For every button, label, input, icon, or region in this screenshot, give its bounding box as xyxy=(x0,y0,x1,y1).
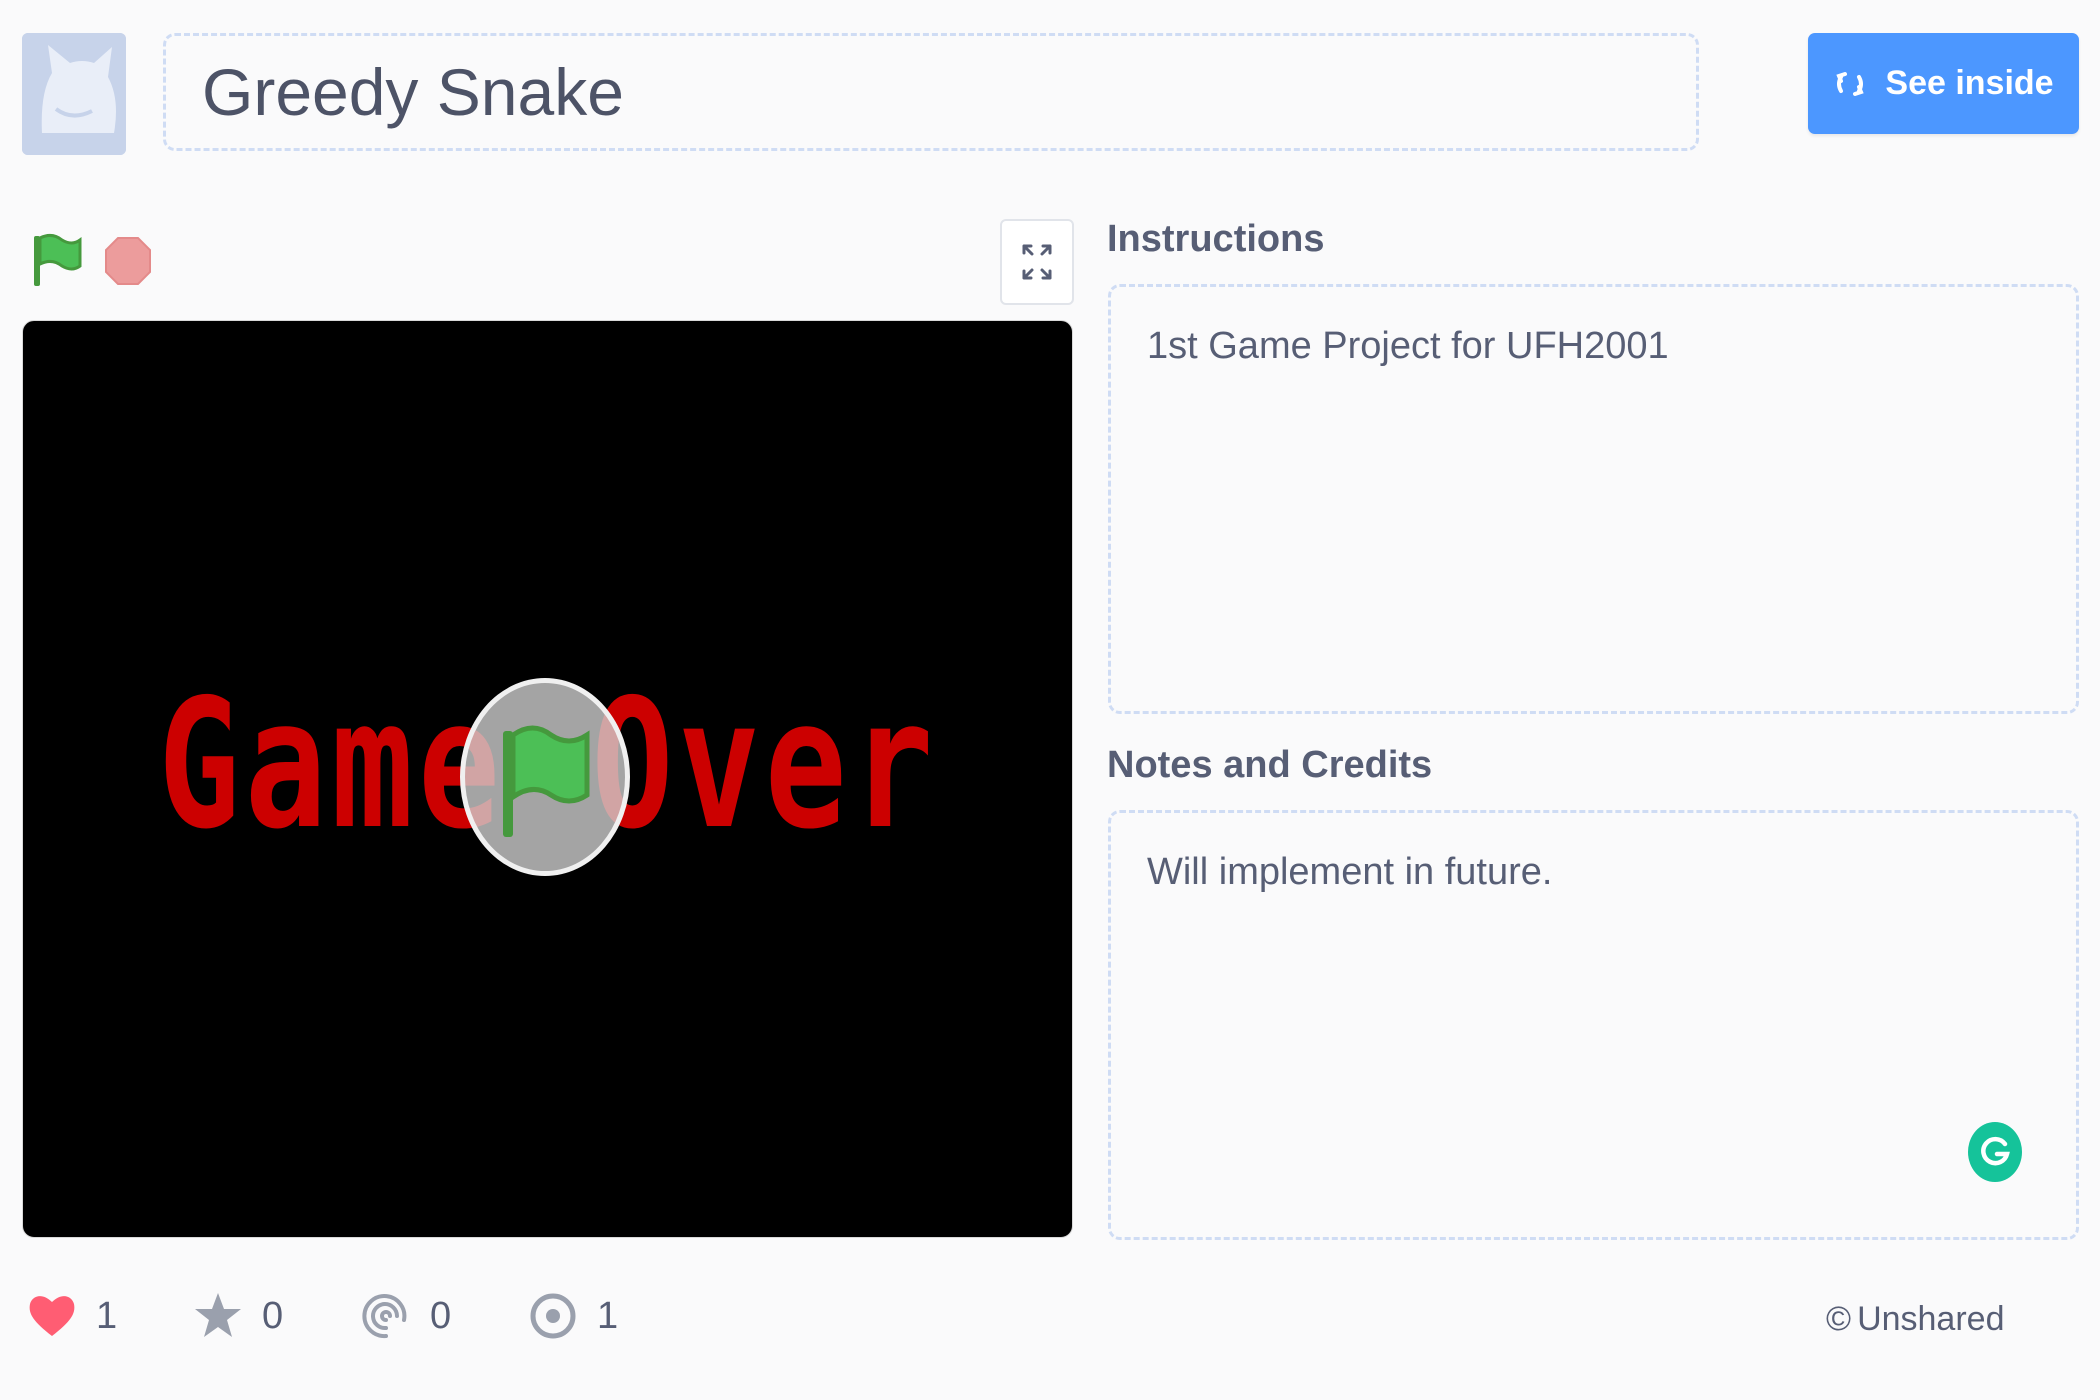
remix-icon xyxy=(362,1294,407,1339)
remixes-count: 0 xyxy=(430,1294,452,1337)
notes-text: Will implement in future. xyxy=(1147,851,1553,893)
heart-icon xyxy=(29,1296,75,1336)
instructions-textarea[interactable]: 1st Game Project for UFH2001 xyxy=(1108,284,2079,714)
remixes-stat: 0 xyxy=(360,1290,451,1342)
views-count: 1 xyxy=(597,1294,619,1337)
see-inside-icon xyxy=(1836,71,1865,96)
fullscreen-icon xyxy=(1022,244,1052,280)
green-flag-icon xyxy=(503,725,590,837)
start-project-overlay[interactable] xyxy=(460,678,630,876)
grammarly-button[interactable] xyxy=(1968,1122,2022,1182)
share-status-label: Unshared xyxy=(1857,1300,2005,1338)
stop-icon xyxy=(105,237,151,285)
star-icon xyxy=(195,1293,241,1337)
loves-stat[interactable]: 1 xyxy=(26,1290,117,1342)
views-stat: 1 xyxy=(527,1290,618,1342)
favorites-stat[interactable]: 0 xyxy=(192,1290,283,1342)
cat-avatar-icon xyxy=(22,33,126,155)
green-flag-icon xyxy=(34,233,82,286)
green-flag-button[interactable] xyxy=(30,232,84,288)
instructions-heading: Instructions xyxy=(1107,218,1325,260)
project-title: Greedy Snake xyxy=(202,55,624,129)
copyright-icon: © xyxy=(1826,1300,1852,1338)
favorites-count: 0 xyxy=(262,1294,284,1337)
notes-textarea[interactable]: Will implement in future. xyxy=(1108,810,2079,1240)
project-stage[interactable]: Game Over xyxy=(22,320,1073,1238)
grammarly-icon xyxy=(1981,1136,2010,1166)
project-title-input[interactable]: Greedy Snake xyxy=(163,33,1699,151)
instructions-text: 1st Game Project for UFH2001 xyxy=(1147,325,1669,367)
notes-heading: Notes and Credits xyxy=(1107,744,1433,786)
loves-count: 1 xyxy=(96,1294,118,1337)
user-avatar[interactable] xyxy=(22,33,126,155)
share-status: © Unshared xyxy=(1826,1300,2004,1339)
views-icon xyxy=(530,1293,576,1339)
see-inside-button[interactable]: See inside xyxy=(1808,33,2079,134)
fullscreen-button[interactable] xyxy=(1000,219,1074,305)
see-inside-label: See inside xyxy=(1885,64,2054,102)
stop-button[interactable] xyxy=(104,236,152,286)
